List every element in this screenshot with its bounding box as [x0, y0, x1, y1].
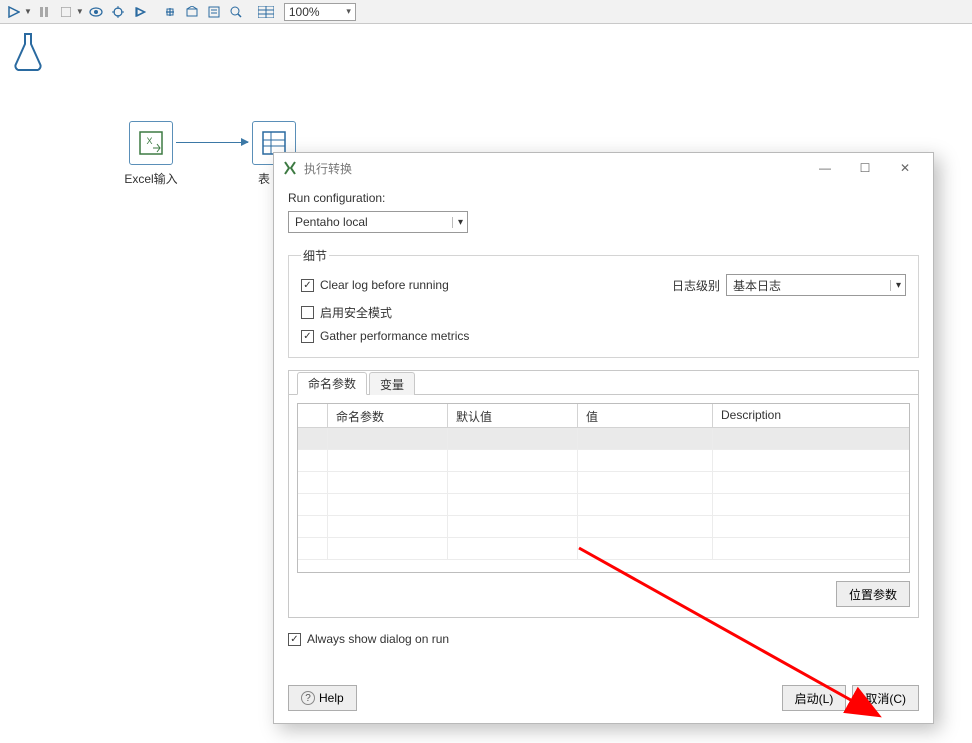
stop-icon[interactable]	[56, 3, 76, 21]
explore-icon[interactable]	[226, 3, 246, 21]
verify-icon[interactable]	[160, 3, 180, 21]
debug-icon[interactable]	[108, 3, 128, 21]
run-icon[interactable]	[4, 3, 24, 21]
table-row[interactable]	[298, 450, 909, 472]
cancel-button[interactable]: 取消(C)	[852, 685, 919, 711]
tab-named-params[interactable]: 命名参数	[297, 372, 367, 395]
always-show-checkbox[interactable]: ✓	[288, 633, 301, 646]
preview-icon[interactable]	[86, 3, 106, 21]
chevron-down-icon: ▾	[346, 6, 351, 17]
impact-icon[interactable]	[182, 3, 202, 21]
sql-icon[interactable]	[204, 3, 224, 21]
params-table[interactable]: 命名参数 默认值 值 Description	[297, 403, 910, 573]
table-header-index[interactable]	[298, 404, 328, 427]
dialog-icon	[282, 160, 298, 176]
gather-metrics-checkbox[interactable]: ✓	[301, 330, 314, 343]
safe-mode-checkbox[interactable]	[301, 306, 314, 319]
run-config-value: Pentaho local	[295, 215, 368, 229]
log-level-select[interactable]: 基本日志 ▾	[726, 274, 906, 296]
run-config-label: Run configuration:	[288, 191, 919, 205]
log-level-value: 基本日志	[733, 277, 781, 294]
clear-log-label: Clear log before running	[320, 278, 449, 292]
hop-arrow[interactable]	[176, 142, 248, 143]
details-group: 细节 ✓ Clear log before running 日志级别 基本日志 …	[288, 247, 919, 358]
dialog-titlebar[interactable]: 执行转换 — ☐ ✕	[274, 153, 933, 183]
close-button[interactable]: ✕	[885, 157, 925, 179]
positional-params-button[interactable]: 位置参数	[836, 581, 910, 607]
dialog-title-text: 执行转换	[304, 160, 352, 177]
maximize-button[interactable]: ☐	[845, 157, 885, 179]
zoom-value: 100%	[289, 5, 320, 19]
run-dropdown-icon[interactable]: ▼	[24, 7, 32, 16]
flask-icon	[12, 32, 44, 75]
help-button[interactable]: ? Help	[288, 685, 357, 711]
table-row[interactable]	[298, 494, 909, 516]
chevron-down-icon: ▾	[890, 280, 901, 291]
stop-dropdown-icon[interactable]: ▼	[76, 7, 84, 16]
step-label-excel-input: Excel输入	[91, 170, 211, 187]
table-row[interactable]	[298, 538, 909, 560]
pause-icon[interactable]	[34, 3, 54, 21]
details-legend: 细节	[301, 247, 329, 264]
table-header-value[interactable]: 值	[578, 404, 713, 427]
main-toolbar: ▼ ▼ 100% ▾	[0, 0, 972, 24]
table-row[interactable]	[298, 516, 909, 538]
results-icon[interactable]	[256, 3, 276, 21]
table-row[interactable]	[298, 472, 909, 494]
table-header-name[interactable]: 命名参数	[328, 404, 448, 427]
chevron-down-icon: ▾	[452, 217, 463, 228]
always-show-label: Always show dialog on run	[307, 632, 449, 646]
tab-variables[interactable]: 变量	[369, 372, 415, 395]
table-header-default[interactable]: 默认值	[448, 404, 578, 427]
transformation-canvas[interactable]: X Excel输入 表 执行转换 — ☐ ✕ Run configuration…	[0, 24, 972, 720]
gather-metrics-label: Gather performance metrics	[320, 329, 469, 343]
safe-mode-label: 启用安全模式	[320, 304, 392, 321]
table-row[interactable]	[298, 428, 909, 450]
help-icon: ?	[301, 691, 315, 705]
step-excel-input[interactable]: X	[129, 121, 173, 165]
minimize-button[interactable]: —	[805, 157, 845, 179]
run-config-select[interactable]: Pentaho local ▾	[288, 211, 468, 233]
run-transformation-dialog: 执行转换 — ☐ ✕ Run configuration: Pentaho lo…	[273, 152, 934, 724]
launch-button[interactable]: 启动(L)	[782, 685, 847, 711]
clear-log-checkbox[interactable]: ✓	[301, 279, 314, 292]
params-panel: 命名参数 变量 命名参数 默认值 值 Description	[288, 370, 919, 618]
replay-icon[interactable]	[130, 3, 150, 21]
svg-text:X: X	[147, 136, 153, 146]
zoom-select[interactable]: 100% ▾	[284, 3, 356, 21]
log-level-label: 日志级别	[672, 277, 720, 294]
step-label-table-output: 表	[214, 170, 270, 187]
table-header-description[interactable]: Description	[713, 404, 909, 427]
